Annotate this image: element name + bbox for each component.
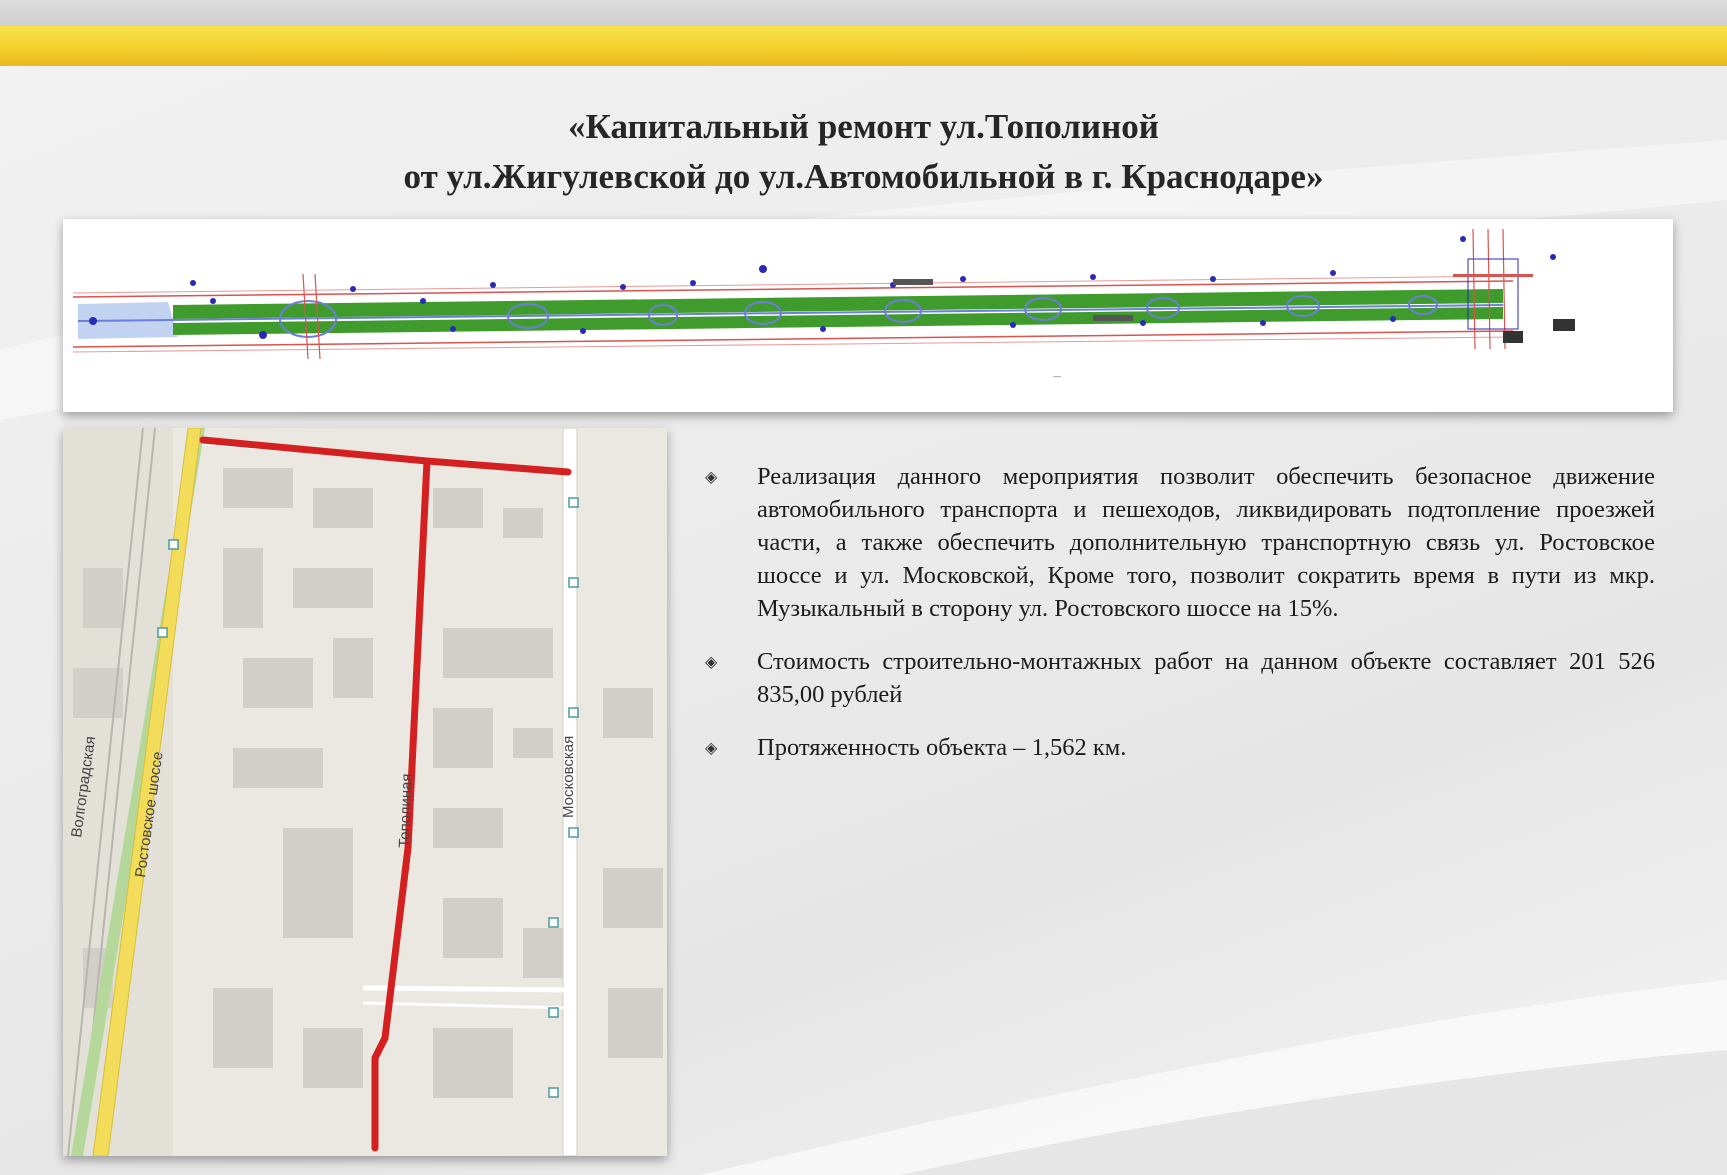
map-label-moskovskaya: Московская xyxy=(560,736,577,818)
diamond-bullet-icon: ◈ xyxy=(705,467,718,486)
bullet-list: ◈ Реализация данного мероприятия позволи… xyxy=(705,460,1655,784)
bullet-item: ◈ Реализация данного мероприятия позволи… xyxy=(705,460,1655,625)
location-map: Волгоградская Ростовское шоссе Тополиная… xyxy=(63,428,667,1156)
svg-text:—: — xyxy=(1053,372,1061,381)
top-strip xyxy=(0,0,1727,26)
bullet-text: Стоимость строительно-монтажных работ на… xyxy=(757,648,1655,708)
map-label-topolinaya: Тополиная xyxy=(396,773,416,848)
title-line-1: «Капитальный ремонт ул.Тополиной xyxy=(568,107,1159,146)
title-line-2: от ул.Жигулевской до ул.Автомобильной в … xyxy=(403,157,1324,196)
road-plan-drawing: — xyxy=(63,219,1673,412)
diamond-bullet-icon: ◈ xyxy=(705,652,718,671)
page-title: «Капитальный ремонт ул.Тополиной от ул.Ж… xyxy=(0,102,1727,202)
bullet-item: ◈ Протяженность объекта – 1,562 км. xyxy=(705,731,1655,764)
bullet-text: Реализация данного мероприятия позволит … xyxy=(757,463,1655,622)
header-gold-bar xyxy=(0,26,1727,66)
bullet-item: ◈ Стоимость строительно-монтажных работ … xyxy=(705,645,1655,711)
bullet-text: Протяженность объекта – 1,562 км. xyxy=(757,734,1127,761)
diamond-bullet-icon: ◈ xyxy=(705,738,718,757)
map-svg: Волгоградская Ростовское шоссе Тополиная… xyxy=(63,428,667,1156)
road-plan-svg: — xyxy=(72,228,1575,381)
